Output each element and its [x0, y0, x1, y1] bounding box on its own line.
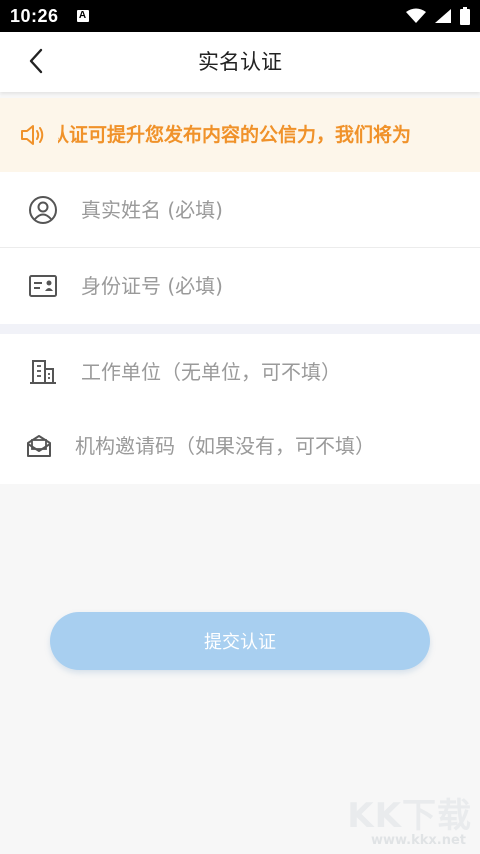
envelope-icon	[23, 430, 55, 462]
status-bar: 10:26 A	[0, 0, 480, 32]
signal-icon	[435, 9, 451, 23]
invite-code-row	[0, 408, 480, 484]
user-icon	[27, 194, 59, 226]
id-card-icon	[27, 270, 59, 302]
battery-icon	[460, 7, 470, 25]
header: 实名认证	[0, 32, 480, 92]
name-row	[0, 172, 480, 248]
submit-button[interactable]: 提交认证	[50, 612, 430, 670]
speaker-icon	[21, 125, 44, 145]
status-time: 10:26	[10, 5, 59, 26]
id-number-input[interactable]	[81, 266, 451, 306]
watermark-logo: KK下载	[347, 796, 472, 836]
section-separator	[0, 324, 480, 334]
real-name-input[interactable]	[81, 190, 451, 230]
building-icon	[27, 356, 59, 388]
notice-text: 认证可提升您发布内容的公信力，我们将为	[58, 124, 412, 146]
optional-info-section	[0, 334, 480, 484]
notification-a-icon: A	[76, 10, 89, 22]
notice-bar: 认证可提升您发布内容的公信力，我们将为	[0, 98, 480, 172]
id-number-row	[0, 248, 480, 324]
required-info-section	[0, 172, 480, 324]
invite-code-input[interactable]	[75, 426, 470, 466]
page-title: 实名认证	[198, 50, 282, 74]
watermark: KK下载 www.kkx.net	[342, 788, 472, 848]
notice-marquee: 认证可提升您发布内容的公信力，我们将为	[58, 98, 458, 172]
work-unit-input[interactable]	[81, 352, 461, 392]
status-icons	[406, 7, 470, 25]
watermark-url: www.kkx.net	[370, 833, 466, 848]
wifi-icon	[406, 8, 426, 23]
work-unit-row	[0, 334, 480, 410]
